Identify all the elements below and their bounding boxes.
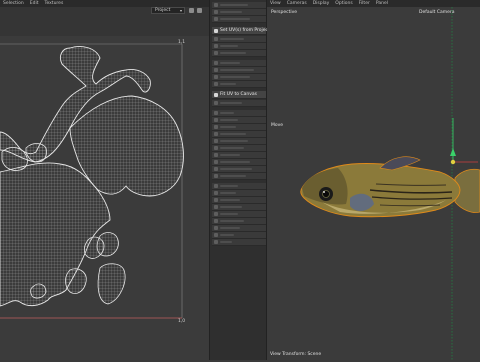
menu-panel[interactable]: Panel [373,1,391,6]
menu-edit[interactable]: Edit [27,1,42,6]
settings-icon[interactable] [197,8,202,13]
tool-icon [214,17,218,21]
menu-display[interactable]: Display [310,1,333,6]
menu-selection[interactable]: Selection [0,1,27,6]
viewport-scene-svg [300,7,480,360]
tool-icon [214,240,218,244]
fit-icon [214,92,218,97]
tool-row[interactable] [212,232,266,239]
tool-icon [214,75,218,79]
tool-row[interactable] [212,16,266,23]
tool-icon [214,198,218,202]
tool-icon [214,111,218,115]
tool-icon [214,118,218,122]
tool-icon [214,10,218,14]
chevron-down-icon: ▾ [179,8,182,13]
tool-row[interactable] [212,43,266,50]
tool-icon [214,233,218,237]
uv-menubar: Selection Edit Textures [0,0,209,7]
tool-icon [214,153,218,157]
tool-icon [214,37,218,41]
3d-viewport[interactable]: Perspective Default Camera Move View Tra… [267,7,480,360]
tool-row[interactable] [212,239,266,246]
tool-icon [214,132,218,136]
tool-row[interactable] [212,173,266,180]
tool-row[interactable] [212,117,266,124]
tool-row[interactable] [212,100,266,107]
tool-icon [214,44,218,48]
uv-layout-svg [0,43,184,319]
tool-row[interactable] [212,36,266,43]
tool-icon [214,191,218,195]
uv-tile-label-bottom: 1,0 [178,319,186,324]
uv-shell-small-1[interactable] [1,147,28,171]
fit-uv-to-canvas-button[interactable]: Fit UV to Canvas [212,91,266,99]
tool-icon [214,160,218,164]
tool-row[interactable] [212,183,266,190]
uv-shell-small-6[interactable] [65,268,87,294]
tool-icon [214,174,218,178]
tool-icon [214,61,218,65]
tool-row[interactable] [212,110,266,117]
tool-icon [214,167,218,171]
menu-options[interactable]: Options [332,1,355,6]
menu-view[interactable]: View [267,1,284,6]
uv-display-dropdown[interactable]: Project ▾ [151,7,185,14]
fit-uv-to-canvas-label: Fit UV to Canvas [220,92,257,97]
tool-row[interactable] [212,124,266,131]
tool-row[interactable] [212,131,266,138]
projection-icon [214,28,218,33]
lock-icon[interactable] [189,8,194,13]
menu-textures[interactable]: Textures [41,1,66,6]
tool-icon [214,184,218,188]
tool-row[interactable] [212,9,266,16]
tool-icon [214,205,218,209]
move-center-icon[interactable] [450,159,456,165]
set-uv-from-projection-button[interactable]: Set UV(s) from Projection [212,27,281,35]
tool-icon [214,146,218,150]
tool-icon [214,68,218,72]
tool-row[interactable] [212,204,266,211]
tool-row[interactable] [212,145,266,152]
tool-row[interactable] [212,218,266,225]
tool-icon [214,101,218,105]
tool-icon [214,51,218,55]
tool-row[interactable] [212,152,266,159]
uv-canvas[interactable]: 1,1 1,0 [0,36,209,360]
tool-row[interactable] [212,166,266,173]
tool-icon [214,219,218,223]
move-y-arrow-icon[interactable] [450,148,456,156]
tool-icon [214,226,218,230]
tool-icon [214,82,218,86]
tool-row[interactable] [212,197,266,204]
fish-model[interactable] [300,156,480,218]
tool-icon [214,3,218,7]
tool-row[interactable] [212,225,266,232]
tool-icon [214,125,218,129]
tool-row[interactable] [212,74,266,81]
view-transform-status: View Transform: Scene [270,352,322,357]
tool-row[interactable] [212,60,266,67]
uv-shell-small-5[interactable] [97,263,126,305]
uv-tile-label-top: 1,1 [178,40,186,45]
uv-toolbar: Project ▾ [0,7,209,36]
tool-row[interactable] [212,190,266,197]
tool-row[interactable] [212,159,266,166]
menu-filter[interactable]: Filter [356,1,373,6]
uv-display-dropdown-value: Project [155,8,171,13]
tool-row[interactable] [212,50,266,57]
tool-row[interactable] [212,81,266,88]
tool-row[interactable] [212,138,266,145]
tool-icon [214,212,218,216]
uv-tool-panel: Set UV(s) from Projection Fit UV to Canv… [209,0,281,360]
tool-row[interactable] [212,67,266,74]
viewport-menubar: View Cameras Display Options Filter Pane… [267,0,480,7]
tool-row[interactable] [212,2,266,9]
tool-row[interactable] [212,211,266,218]
tool-icon [214,139,218,143]
menu-cameras[interactable]: Cameras [284,1,310,6]
